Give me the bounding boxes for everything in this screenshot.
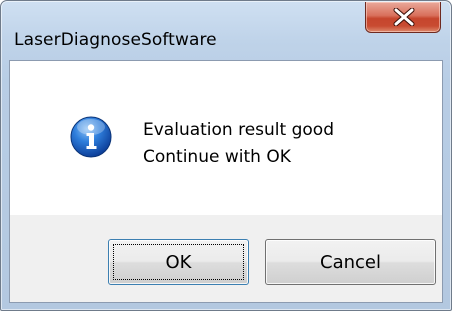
focus-rectangle — [113, 244, 244, 280]
message-line-2: Continue with OK — [143, 147, 291, 167]
message-dialog: LaserDiagnoseSoftware Evaluation result … — [0, 0, 452, 311]
cancel-button[interactable]: Cancel — [265, 239, 436, 285]
title-bar[interactable]: LaserDiagnoseSoftware — [1, 1, 451, 59]
info-icon — [70, 116, 112, 158]
window-title: LaserDiagnoseSoftware — [14, 30, 217, 50]
message-line-1: Evaluation result good — [143, 120, 334, 140]
close-x-icon — [393, 8, 415, 26]
message-area: Evaluation result good Continue with OK — [10, 61, 442, 215]
message-text: Evaluation result good Continue with OK — [143, 117, 334, 171]
close-button[interactable] — [365, 2, 441, 33]
cancel-button-label: Cancel — [320, 251, 381, 273]
ok-button[interactable]: OK — [108, 239, 249, 285]
dialog-client-area: Evaluation result good Continue with OK … — [9, 60, 443, 303]
